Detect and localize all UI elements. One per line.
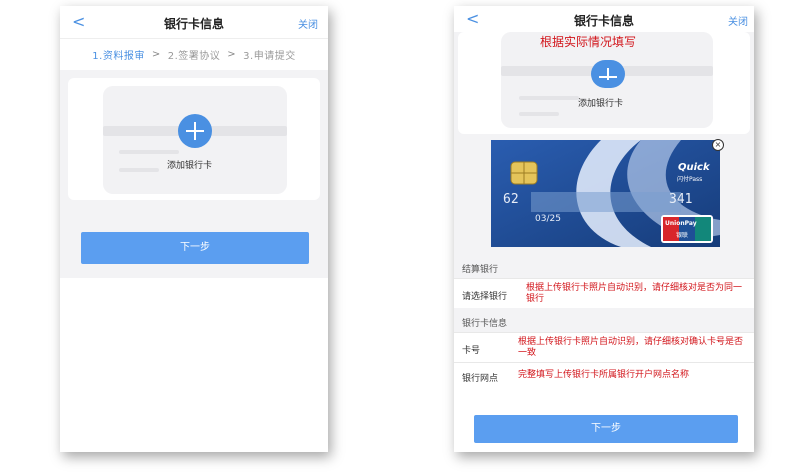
card-placeholder[interactable]: 添加银行卡: [103, 86, 287, 194]
plus-icon[interactable]: [591, 60, 625, 88]
close-button[interactable]: 关闭: [728, 13, 748, 28]
step-2: 2.签署协议: [167, 51, 221, 62]
card-line: [119, 168, 159, 172]
left-screen: < 银行卡信息 关闭 1.资料报审 > 2.签署协议 > 3.申请提交 添加银行…: [60, 6, 328, 452]
bank-branch-label: 银行网点: [462, 374, 499, 384]
step-1: 1.资料报审: [92, 51, 145, 62]
bank-card-image: 62 341 03/25 Quick 闪付Pass UnionPay 银联: [491, 140, 720, 247]
step-indicator: 1.资料报审 > 2.签署协议 > 3.申请提交: [60, 38, 328, 70]
select-bank-label: 请选择银行: [462, 292, 508, 302]
card-number-row[interactable]: 卡号 根据上传银行卡照片自动识别，请仔细核对确认卡号是否一致: [454, 332, 754, 362]
step-3: 3.申请提交: [243, 51, 296, 62]
select-bank-row[interactable]: 请选择银行 根据上传银行卡照片自动识别，请仔细核对是否为同一银行: [454, 278, 754, 308]
chevron-right-icon: >: [227, 49, 237, 60]
next-button[interactable]: 下一步: [474, 415, 738, 443]
bank-branch-hint: 完整填写上传银行卡所属银行开户网点名称: [518, 370, 690, 380]
page-title: 银行卡信息: [163, 17, 224, 31]
page-footer-area: [60, 278, 328, 452]
page-title: 银行卡信息: [573, 14, 634, 28]
card-number-end: 341: [669, 192, 693, 207]
hint-fill-actual: 根据实际情况填写: [540, 35, 637, 49]
section-card-info: 银行卡信息: [462, 319, 508, 329]
plus-icon[interactable]: [178, 114, 212, 148]
nav-bar: < 银行卡信息 关闭: [60, 6, 328, 38]
card-line: [519, 96, 579, 100]
card-number-start: 62: [503, 192, 519, 207]
unionpay-cn: 银联: [676, 232, 689, 239]
add-card-panel: 添加银行卡: [68, 78, 320, 200]
chevron-right-icon: >: [151, 49, 161, 60]
card-line: [519, 112, 559, 116]
nav-bar: < 银行卡信息 关闭: [454, 6, 754, 32]
next-button[interactable]: 下一步: [81, 232, 309, 264]
add-card-label: 添加银行卡: [167, 161, 213, 171]
bank-branch-row[interactable]: 银行网点 完整填写上传银行卡所属银行开户网点名称: [454, 362, 754, 388]
card-expiry: 03/25: [535, 214, 561, 224]
remove-card-icon[interactable]: ×: [712, 139, 724, 151]
unionpay-logo: UnionPay: [665, 220, 697, 227]
quickpass-logo: Quick: [678, 162, 710, 173]
right-screen: < 银行卡信息 关闭 添加银行卡 根据实际情况填写 62 341 03/25 Q…: [454, 6, 754, 452]
card-number-label: 卡号: [462, 346, 481, 356]
card-number-hint: 根据上传银行卡照片自动识别，请仔细核对确认卡号是否一致: [518, 337, 744, 358]
add-card-label: 添加银行卡: [578, 99, 624, 109]
select-bank-hint: 根据上传银行卡照片自动识别，请仔细核对是否为同一银行: [526, 283, 743, 304]
section-settlement-bank: 结算银行: [462, 265, 499, 275]
card-line: [119, 150, 179, 154]
close-button[interactable]: 关闭: [298, 16, 318, 31]
add-card-panel: 添加银行卡 根据实际情况填写: [458, 32, 750, 134]
quickpass-sub: 闪付Pass: [677, 176, 703, 183]
